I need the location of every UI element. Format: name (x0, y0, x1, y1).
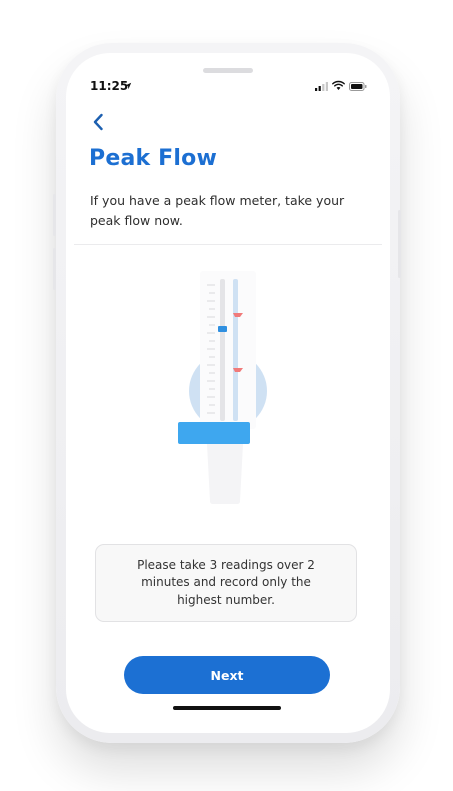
info-card: Please take 3 readings over 2 minutes an… (95, 544, 357, 622)
divider (74, 244, 382, 245)
info-text: Please take 3 readings over 2 minutes an… (137, 557, 315, 607)
cellular-signal-icon (315, 82, 328, 91)
chevron-left-icon (93, 113, 103, 131)
wifi-icon (332, 80, 345, 90)
phone-side-button (53, 248, 56, 290)
location-arrow-icon (124, 82, 132, 90)
phone-side-button (53, 194, 56, 236)
back-button[interactable] (86, 110, 110, 134)
page-subtitle: If you have a peak flow meter, take your… (90, 193, 345, 228)
phone-screen: 11:25 Peak Flow If you have a peak flow … (66, 53, 390, 733)
speaker-notch (203, 68, 253, 73)
status-time: 11:25 (90, 79, 129, 93)
page-title: Peak Flow (89, 146, 217, 171)
battery-icon (349, 82, 367, 91)
next-button[interactable]: Next (124, 656, 330, 694)
home-indicator[interactable] (173, 706, 281, 710)
peak-flow-meter-icon (178, 271, 267, 504)
status-bar: 11:25 (66, 77, 390, 97)
phone-side-button (398, 210, 401, 278)
